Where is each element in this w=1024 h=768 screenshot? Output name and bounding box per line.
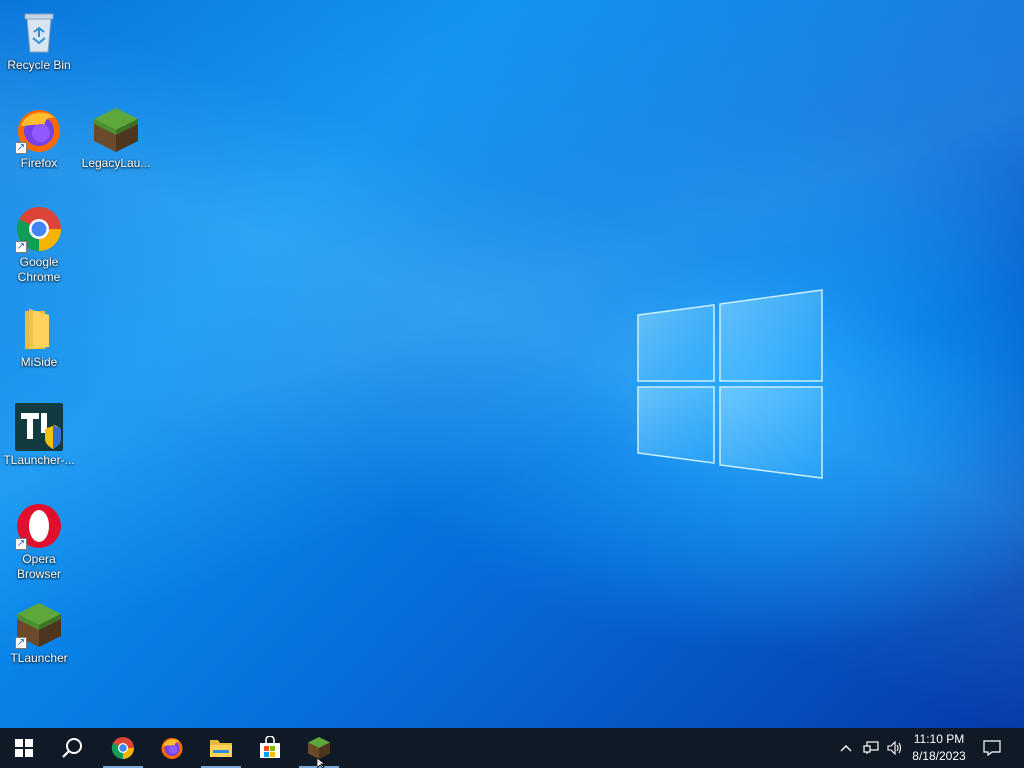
minecraft-grass-block-icon xyxy=(308,737,330,759)
desktop-icon-label: TLauncher xyxy=(10,651,68,665)
start-button[interactable] xyxy=(0,728,48,768)
shortcut-arrow-icon: ↗ xyxy=(15,637,27,649)
folder-icon xyxy=(210,740,232,757)
desktop-icon-tlauncher-installer[interactable]: TLauncher-... xyxy=(1,403,77,468)
tlauncher-installer-icon xyxy=(15,403,63,451)
show-hidden-icons-button[interactable] xyxy=(836,728,856,768)
clock-time: 11:10 PM xyxy=(913,732,965,746)
taskbar: 11:10 PM 8/18/2023 xyxy=(0,728,1024,768)
taskbar-clock[interactable]: 11:10 PM 8/18/2023 xyxy=(906,731,972,765)
minecraft-grass-block-icon xyxy=(94,108,138,152)
windows-logo-wallpaper xyxy=(637,289,823,479)
desktop-icon-legacylauncher[interactable]: LegacyLau... xyxy=(78,106,154,171)
store-icon xyxy=(260,736,280,758)
shortcut-arrow-icon: ↗ xyxy=(15,241,27,253)
search-button[interactable] xyxy=(48,728,96,768)
clock-date: 8/18/2023 xyxy=(912,749,966,763)
taskbar-firefox-button[interactable] xyxy=(148,728,196,768)
firefox-icon xyxy=(161,738,183,759)
desktop-icon-opera-browser[interactable]: ↗ Opera Browser xyxy=(1,502,77,582)
desktop-icon-miside[interactable]: MiSide xyxy=(1,305,77,370)
network-icon xyxy=(863,741,879,754)
taskbar-chrome-button[interactable] xyxy=(99,728,147,768)
taskbar-file-explorer-button[interactable] xyxy=(197,728,245,768)
volume-button[interactable] xyxy=(884,728,906,768)
desktop-icon-label: MiSide xyxy=(20,355,58,369)
notification-icon xyxy=(983,740,1001,756)
taskbar-store-button[interactable] xyxy=(246,728,294,768)
chevron-up-icon xyxy=(840,745,852,752)
desktop-icon-label: TLauncher-... xyxy=(3,453,75,467)
desktop-icon-recycle-bin[interactable]: Recycle Bin xyxy=(1,8,77,73)
desktop-icon-firefox[interactable]: ↗ Firefox xyxy=(1,106,77,171)
shortcut-arrow-icon: ↗ xyxy=(15,538,27,550)
desktop-icon-google-chrome[interactable]: ↗ Google Chrome xyxy=(1,205,77,285)
desktop-icon-label: Google Chrome xyxy=(17,255,61,284)
search-icon xyxy=(62,738,82,758)
windows-start-icon xyxy=(15,739,33,757)
shortcut-arrow-icon: ↗ xyxy=(15,142,27,154)
desktop-icon-label: LegacyLau... xyxy=(81,156,151,170)
desktop-icon-label: Firefox xyxy=(20,156,58,170)
chrome-icon xyxy=(111,737,134,759)
mouse-cursor-icon xyxy=(317,758,327,768)
desktop-icon-tlauncher[interactable]: ↗ TLauncher xyxy=(1,601,77,666)
network-button[interactable] xyxy=(860,728,882,768)
recycle-bin-icon xyxy=(24,13,54,53)
action-center-button[interactable] xyxy=(978,728,1006,768)
desktop-icon-label: Recycle Bin xyxy=(7,58,71,72)
desktop-icon-label: Opera Browser xyxy=(16,552,61,581)
speaker-icon xyxy=(887,741,902,755)
folder-icon xyxy=(25,309,49,349)
